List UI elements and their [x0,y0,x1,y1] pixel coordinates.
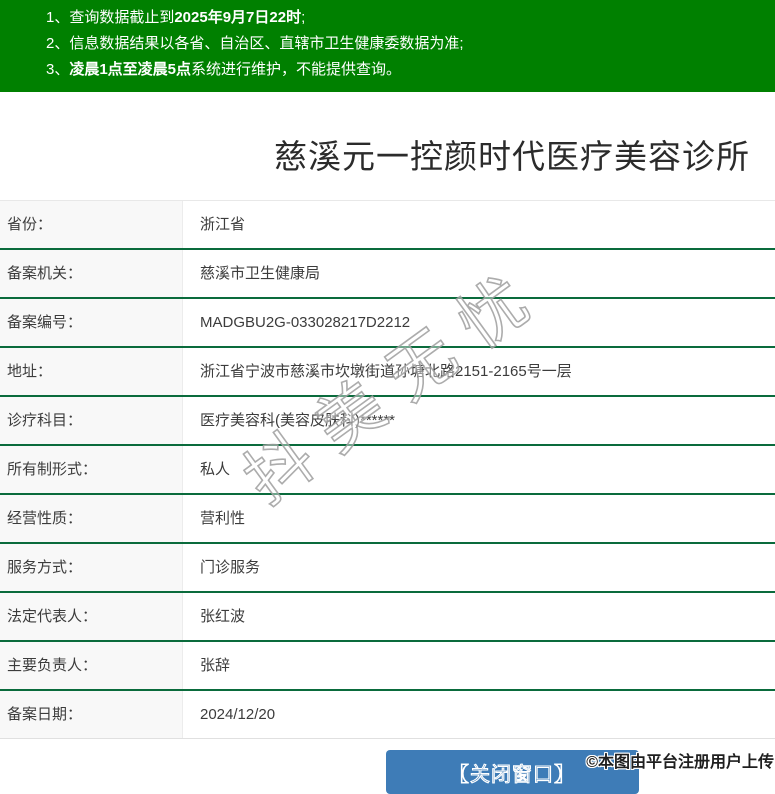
notice-3-suffix: 系统进行维护，不能提供查询。 [191,61,402,78]
notice-2-text: 2、信息数据结果以各省、自治区、直辖市卫生健康委数据为准; [46,35,464,52]
table-row-filing-authority: 备案机关： 慈溪市卫生健康局 [0,250,775,299]
notice-line-1: 1、查询数据截止到2025年9月7日22时; [46,5,775,31]
notice-1-suffix: ; [301,9,306,26]
registration-info-table: 省份： 浙江省 备案机关： 慈溪市卫生健康局 备案编号： MADGBU2G-03… [0,200,775,739]
row-value: 慈溪市卫生健康局 [200,265,321,282]
row-value: 浙江省宁波市慈溪市坎墩街道孙塘北路2151-2165号一层 [200,363,572,380]
table-row-service-mode: 服务方式： 门诊服务 [0,544,775,593]
notice-3-bold-text: 凌晨1点至凌晨5点 [69,61,192,78]
row-label: 经营性质： [0,495,183,542]
row-label: 备案编号： [0,299,183,346]
row-value: 浙江省 [200,216,246,233]
row-label: 服务方式： [0,544,183,591]
table-row-province: 省份： 浙江省 [0,201,775,250]
notice-line-2: 2、信息数据结果以各省、自治区、直辖市卫生健康委数据为准; [46,31,775,57]
row-label: 地址： [0,348,183,395]
row-label: 法定代表人： [0,593,183,640]
table-row-filing-number: 备案编号： MADGBU2G-033028217D2212 [0,299,775,348]
table-row-principal: 主要负责人： 张辞 [0,642,775,691]
table-row-business-nature: 经营性质： 营利性 [0,495,775,544]
row-value: 张红波 [200,608,246,625]
row-label: 诊疗科目： [0,397,183,444]
page: 1、查询数据截止到2025年9月7日22时; 2、信息数据结果以各省、自治区、直… [0,0,775,794]
row-value: 门诊服务 [200,559,261,576]
row-value: 私人 [200,461,231,478]
row-label: 省份： [0,201,183,248]
row-value: MADGBU2G-033028217D2212 [200,314,411,331]
row-value: 张辞 [200,657,231,674]
notice-line-3: 3、凌晨1点至凌晨5点系统进行维护，不能提供查询。 [46,57,775,83]
row-label: 主要负责人： [0,642,183,689]
row-value: 2024/12/20 [200,706,276,723]
uploaded-by-user-stamp: ©本图由平台注册用户上传 [586,754,774,771]
table-row-legal-representative: 法定代表人： 张红波 [0,593,775,642]
row-label: 所有制形式： [0,446,183,493]
row-label: 备案日期： [0,691,183,738]
table-row-address: 地址： 浙江省宁波市慈溪市坎墩街道孙塘北路2151-2165号一层 [0,348,775,397]
notice-3-text: 3、 [46,61,70,78]
page-title: 慈溪元一控颜时代医疗美容诊所 [274,138,750,175]
table-row-filing-date: 备案日期： 2024/12/20 [0,691,775,738]
notice-1-bold-text: 2025年9月7日22时 [174,9,302,26]
notice-bar: 1、查询数据截止到2025年9月7日22时; 2、信息数据结果以各省、自治区、直… [0,0,775,92]
notice-1-text: 1、查询数据截止到 [46,9,175,26]
table-row-ownership-form: 所有制形式： 私人 [0,446,775,495]
table-row-treatment-subjects: 诊疗科目： 医疗美容科(美容皮肤科)****** [0,397,775,446]
row-value: 营利性 [200,510,246,527]
row-label: 备案机关： [0,250,183,297]
row-value: 医疗美容科(美容皮肤科)****** [200,412,396,429]
